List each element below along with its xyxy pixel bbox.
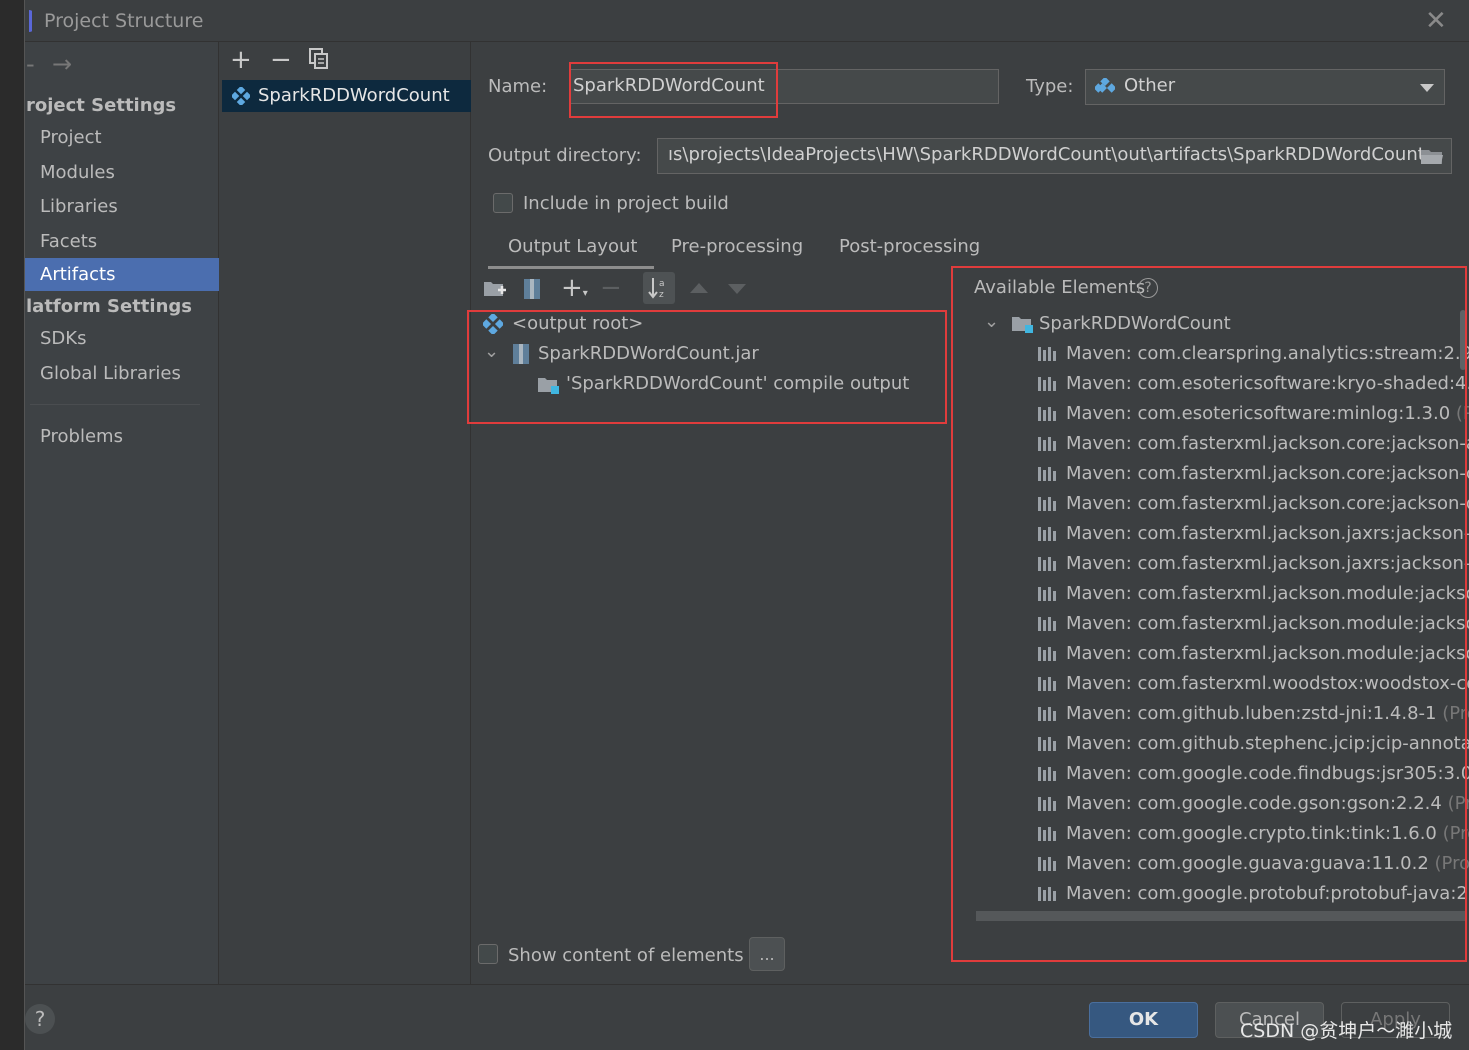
watermark: CSDN @贫坤户～濉小城: [1240, 1020, 1453, 1042]
platform-settings-header: latform Settings: [26, 296, 192, 317]
tab-output-layout[interactable]: Output Layout: [508, 236, 637, 257]
folder-icon[interactable]: [1420, 147, 1444, 170]
window-title: Project Structure: [44, 10, 204, 32]
highlight-available-elements: [951, 266, 1467, 962]
editor-edge: [0, 0, 25, 1050]
add-copy-of-icon[interactable]: +▾: [561, 275, 588, 307]
remove-icon[interactable]: −: [270, 47, 292, 73]
sidebar-item-facets[interactable]: Facets: [25, 225, 219, 258]
add-icon[interactable]: +: [230, 47, 252, 73]
move-down-icon[interactable]: [728, 284, 746, 294]
sort-icon: az: [648, 278, 665, 300]
sidebar-item-libraries[interactable]: Libraries: [25, 190, 219, 223]
create-archive-icon[interactable]: [523, 278, 541, 305]
active-tab-indicator: [488, 266, 654, 269]
svg-text:a: a: [659, 279, 665, 289]
svg-text:z: z: [659, 290, 664, 300]
tab-pre-processing[interactable]: Pre-processing: [671, 236, 803, 257]
output-directory-field[interactable]: ıs\projects\IdeaProjects\HW\SparkRDDWord…: [657, 138, 1452, 174]
help-button[interactable]: ?: [25, 1004, 55, 1034]
include-build-label: Include in project build: [523, 193, 729, 214]
type-value: Other: [1124, 75, 1176, 96]
show-content-label: Show content of elements: [508, 945, 744, 966]
title-bar: [25, 0, 1469, 42]
highlight-name: [569, 62, 778, 118]
show-content-checkbox[interactable]: [478, 944, 498, 964]
output-directory-label: Output directory:: [488, 145, 642, 166]
artifacts-panel: [220, 42, 471, 984]
close-icon[interactable]: ✕: [1425, 8, 1447, 34]
ellipsis-button[interactable]: ...: [749, 937, 785, 971]
name-label: Name:: [488, 76, 548, 97]
back-arrow-icon[interactable]: -: [26, 50, 35, 78]
include-build-checkbox[interactable]: [493, 193, 513, 213]
highlight-layout-tree: [467, 310, 947, 424]
forward-arrow-icon[interactable]: →: [52, 50, 72, 78]
sidebar-item-global-libraries[interactable]: Global Libraries: [25, 357, 219, 390]
sidebar-item-artifacts[interactable]: Artifacts: [25, 258, 219, 291]
tab-post-processing[interactable]: Post-processing: [839, 236, 980, 257]
type-select[interactable]: Other: [1085, 69, 1445, 105]
chevron-down-icon[interactable]: [1420, 84, 1434, 92]
artifact-item-label: SparkRDDWordCount: [258, 85, 450, 106]
type-icon: [1095, 78, 1115, 93]
sidebar-item-sdks[interactable]: SDKs: [25, 322, 219, 355]
app-icon: [29, 10, 35, 32]
ok-button[interactable]: OK: [1089, 1002, 1198, 1038]
sidebar-item-problems[interactable]: Problems: [25, 420, 219, 453]
sidebar-item-modules[interactable]: Modules: [25, 156, 219, 189]
move-up-icon[interactable]: [690, 283, 708, 293]
sort-button[interactable]: az: [643, 272, 675, 304]
remove-element-icon[interactable]: −: [600, 275, 622, 301]
artifact-item[interactable]: SparkRDDWordCount: [222, 80, 471, 112]
create-directory-icon[interactable]: [483, 279, 507, 304]
project-settings-header: roject Settings: [26, 95, 177, 116]
sidebar-item-project[interactable]: Project: [25, 121, 219, 154]
artifact-icon: [232, 87, 250, 105]
footer-divider: [25, 984, 1469, 985]
copy-icon[interactable]: [309, 48, 329, 75]
sidebar-divider: [30, 404, 200, 405]
type-label: Type:: [1026, 76, 1074, 97]
